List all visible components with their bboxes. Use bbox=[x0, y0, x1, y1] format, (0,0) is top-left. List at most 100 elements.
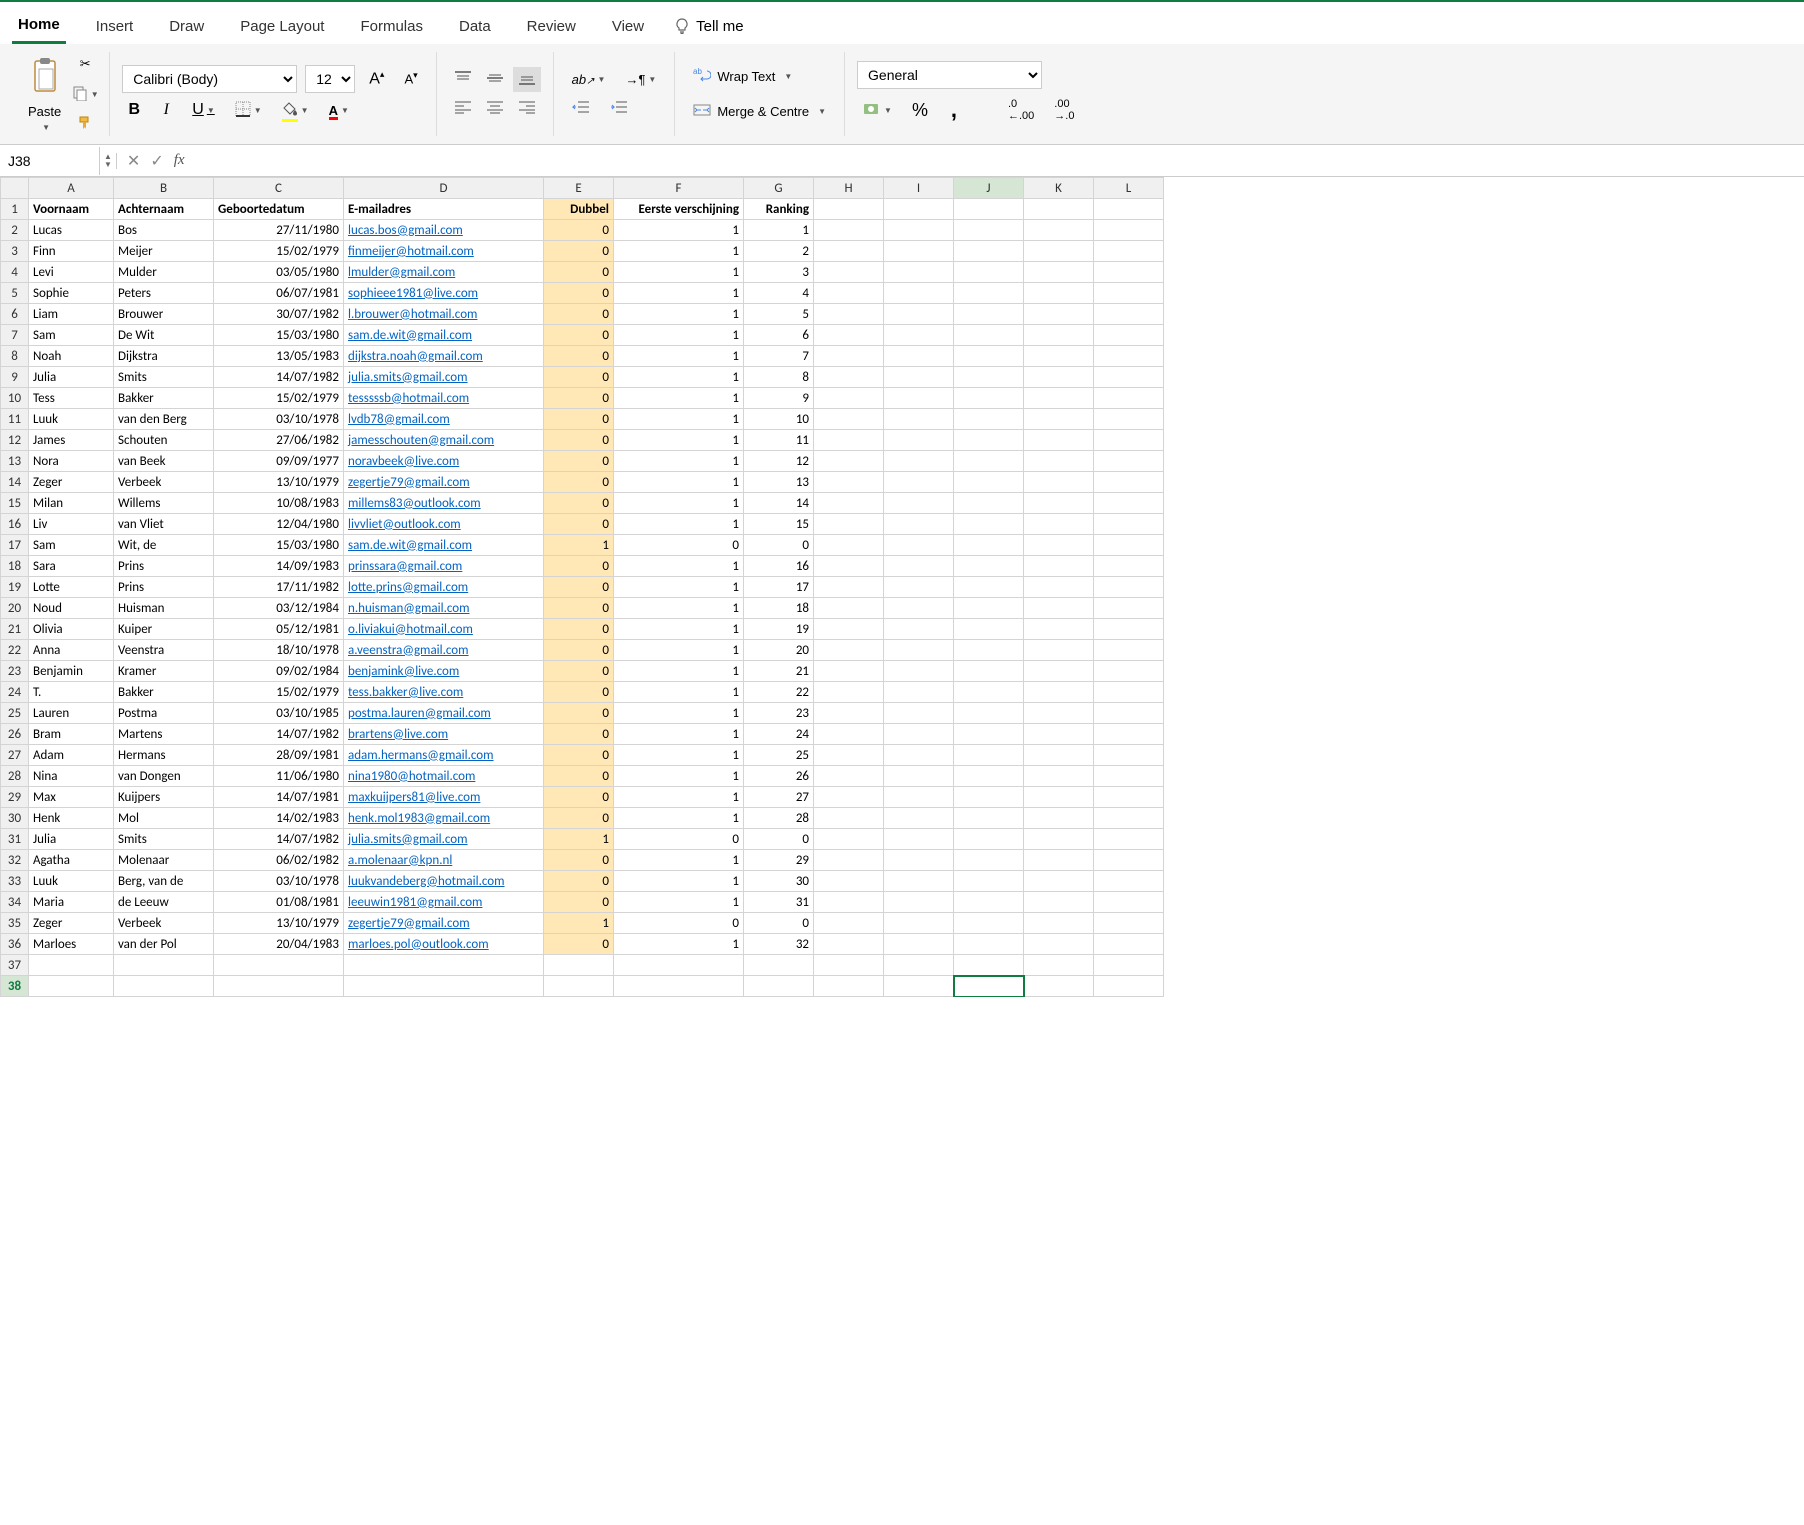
cell-I19[interactable] bbox=[884, 577, 954, 598]
cell-C1[interactable]: Geboortedatum bbox=[214, 199, 344, 220]
cell-G33[interactable]: 30 bbox=[744, 871, 814, 892]
cell-J5[interactable] bbox=[954, 283, 1024, 304]
name-box[interactable] bbox=[0, 147, 100, 175]
cell-K16[interactable] bbox=[1024, 514, 1094, 535]
cell-E1[interactable]: Dubbel bbox=[544, 199, 614, 220]
cell-F28[interactable]: 1 bbox=[614, 766, 744, 787]
cell-L13[interactable] bbox=[1094, 451, 1164, 472]
cell-E3[interactable]: 0 bbox=[544, 241, 614, 262]
row-header-11[interactable]: 11 bbox=[1, 409, 29, 430]
cell-C19[interactable]: 17/11/1982 bbox=[214, 577, 344, 598]
decrease-decimal-button[interactable]: .00→.0 bbox=[1048, 94, 1080, 126]
cell-G26[interactable]: 24 bbox=[744, 724, 814, 745]
column-header-C[interactable]: C bbox=[214, 178, 344, 199]
cell-E30[interactable]: 0 bbox=[544, 808, 614, 829]
cell-K11[interactable] bbox=[1024, 409, 1094, 430]
cell-D14[interactable]: zegertje79@gmail.com bbox=[344, 472, 544, 493]
cell-D20[interactable]: n.huisman@gmail.com bbox=[344, 598, 544, 619]
cell-J31[interactable] bbox=[954, 829, 1024, 850]
cell-B2[interactable]: Bos bbox=[114, 220, 214, 241]
cell-C21[interactable]: 05/12/1981 bbox=[214, 619, 344, 640]
cell-J32[interactable] bbox=[954, 850, 1024, 871]
cell-A9[interactable]: Julia bbox=[29, 367, 114, 388]
cell-K13[interactable] bbox=[1024, 451, 1094, 472]
cell-D17[interactable]: sam.de.wit@gmail.com bbox=[344, 535, 544, 556]
cell-G1[interactable]: Ranking bbox=[744, 199, 814, 220]
cell-D15[interactable]: millems83@outlook.com bbox=[344, 493, 544, 514]
cell-B29[interactable]: Kuijpers bbox=[114, 787, 214, 808]
currency-button[interactable]: ▼ bbox=[857, 97, 898, 124]
cell-H23[interactable] bbox=[814, 661, 884, 682]
increase-decimal-button[interactable]: .0←.00 bbox=[1002, 94, 1040, 126]
cell-B14[interactable]: Verbeek bbox=[114, 472, 214, 493]
cell-F32[interactable]: 1 bbox=[614, 850, 744, 871]
row-header-12[interactable]: 12 bbox=[1, 430, 29, 451]
cell-C30[interactable]: 14/02/1983 bbox=[214, 808, 344, 829]
cell-K37[interactable] bbox=[1024, 955, 1094, 976]
tab-page-layout[interactable]: Page Layout bbox=[234, 10, 330, 43]
cell-D18[interactable]: prinssara@gmail.com bbox=[344, 556, 544, 577]
cell-A10[interactable]: Tess bbox=[29, 388, 114, 409]
row-header-13[interactable]: 13 bbox=[1, 451, 29, 472]
cell-F35[interactable]: 0 bbox=[614, 913, 744, 934]
cell-I13[interactable] bbox=[884, 451, 954, 472]
cell-L27[interactable] bbox=[1094, 745, 1164, 766]
column-header-G[interactable]: G bbox=[744, 178, 814, 199]
cell-F14[interactable]: 1 bbox=[614, 472, 744, 493]
fill-color-button[interactable]: ▼ bbox=[276, 97, 315, 124]
cell-D29[interactable]: maxkuijpers81@live.com bbox=[344, 787, 544, 808]
cell-G4[interactable]: 3 bbox=[744, 262, 814, 283]
cell-B18[interactable]: Prins bbox=[114, 556, 214, 577]
cell-L15[interactable] bbox=[1094, 493, 1164, 514]
cell-F8[interactable]: 1 bbox=[614, 346, 744, 367]
cell-D24[interactable]: tess.bakker@live.com bbox=[344, 682, 544, 703]
cell-C34[interactable]: 01/08/1981 bbox=[214, 892, 344, 913]
cell-A25[interactable]: Lauren bbox=[29, 703, 114, 724]
column-header-F[interactable]: F bbox=[614, 178, 744, 199]
cell-G10[interactable]: 9 bbox=[744, 388, 814, 409]
row-header-18[interactable]: 18 bbox=[1, 556, 29, 577]
number-format-select[interactable]: General bbox=[857, 61, 1042, 89]
cell-K38[interactable] bbox=[1024, 976, 1094, 997]
cell-J20[interactable] bbox=[954, 598, 1024, 619]
cell-A31[interactable]: Julia bbox=[29, 829, 114, 850]
cell-B9[interactable]: Smits bbox=[114, 367, 214, 388]
row-header-32[interactable]: 32 bbox=[1, 850, 29, 871]
tab-home[interactable]: Home bbox=[12, 8, 66, 44]
cell-E2[interactable]: 0 bbox=[544, 220, 614, 241]
tab-view[interactable]: View bbox=[606, 10, 650, 43]
cell-J11[interactable] bbox=[954, 409, 1024, 430]
cell-K18[interactable] bbox=[1024, 556, 1094, 577]
cell-F34[interactable]: 1 bbox=[614, 892, 744, 913]
cell-G9[interactable]: 8 bbox=[744, 367, 814, 388]
cell-C4[interactable]: 03/05/1980 bbox=[214, 262, 344, 283]
cell-I38[interactable] bbox=[884, 976, 954, 997]
cell-G30[interactable]: 28 bbox=[744, 808, 814, 829]
cell-C24[interactable]: 15/02/1979 bbox=[214, 682, 344, 703]
row-header-28[interactable]: 28 bbox=[1, 766, 29, 787]
cell-I17[interactable] bbox=[884, 535, 954, 556]
cell-J30[interactable] bbox=[954, 808, 1024, 829]
cell-F30[interactable]: 1 bbox=[614, 808, 744, 829]
column-header-K[interactable]: K bbox=[1024, 178, 1094, 199]
cell-G38[interactable] bbox=[744, 976, 814, 997]
cell-B12[interactable]: Schouten bbox=[114, 430, 214, 451]
cell-L37[interactable] bbox=[1094, 955, 1164, 976]
cell-C12[interactable]: 27/06/1982 bbox=[214, 430, 344, 451]
cell-G25[interactable]: 23 bbox=[744, 703, 814, 724]
cell-C10[interactable]: 15/02/1979 bbox=[214, 388, 344, 409]
cell-A7[interactable]: Sam bbox=[29, 325, 114, 346]
cell-B28[interactable]: van Dongen bbox=[114, 766, 214, 787]
row-header-16[interactable]: 16 bbox=[1, 514, 29, 535]
cell-C16[interactable]: 12/04/1980 bbox=[214, 514, 344, 535]
column-header-E[interactable]: E bbox=[544, 178, 614, 199]
cell-E15[interactable]: 0 bbox=[544, 493, 614, 514]
cell-C22[interactable]: 18/10/1978 bbox=[214, 640, 344, 661]
cell-C14[interactable]: 13/10/1979 bbox=[214, 472, 344, 493]
cell-E35[interactable]: 1 bbox=[544, 913, 614, 934]
cell-B6[interactable]: Brouwer bbox=[114, 304, 214, 325]
cell-J21[interactable] bbox=[954, 619, 1024, 640]
cell-G15[interactable]: 14 bbox=[744, 493, 814, 514]
cell-H2[interactable] bbox=[814, 220, 884, 241]
cell-D9[interactable]: julia.smits@gmail.com bbox=[344, 367, 544, 388]
